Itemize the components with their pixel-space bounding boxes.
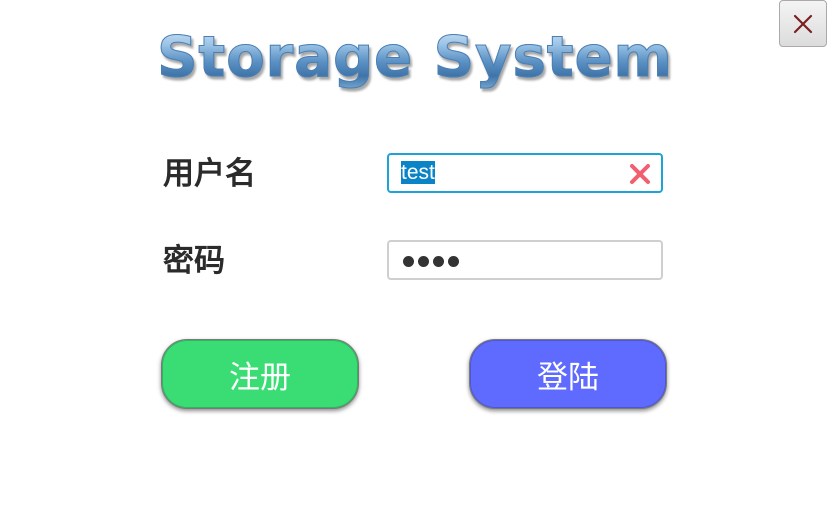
password-dot <box>403 255 414 267</box>
clear-icon[interactable] <box>628 162 652 186</box>
register-button[interactable]: 注册 <box>161 339 359 409</box>
username-value: test <box>401 161 435 184</box>
close-icon <box>793 14 813 33</box>
password-input[interactable] <box>387 240 663 280</box>
password-dot <box>448 255 459 267</box>
app-title: Storage System <box>100 22 730 94</box>
password-mask <box>403 248 459 274</box>
close-button[interactable] <box>779 0 827 47</box>
login-window: Storage System 用户名 test 密码 注册 登陆 <box>0 0 830 512</box>
username-input[interactable]: test <box>387 153 663 193</box>
username-label: 用户名 <box>163 156 256 192</box>
password-dot <box>418 255 429 267</box>
password-dot <box>433 255 444 267</box>
login-button[interactable]: 登陆 <box>469 339 667 409</box>
password-label: 密码 <box>163 243 225 279</box>
